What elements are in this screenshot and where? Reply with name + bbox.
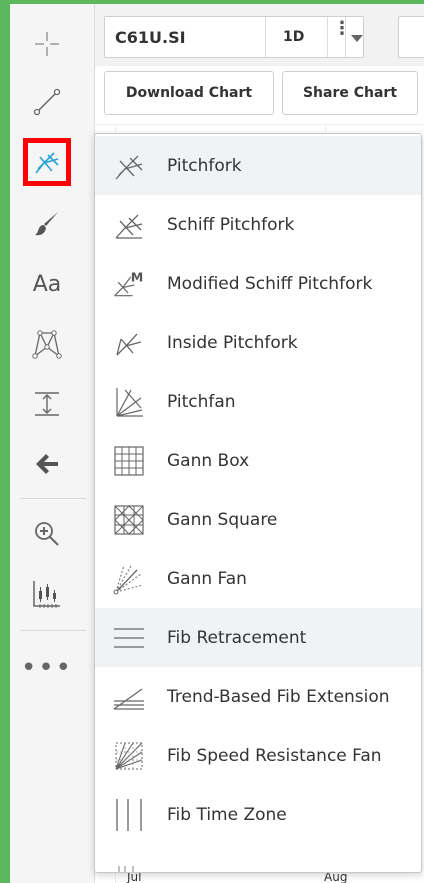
gann-square-icon <box>114 505 144 535</box>
menu-item-inside-pitchfork[interactable]: Inside Pitchfork <box>95 313 421 372</box>
menu-item-gann-square[interactable]: Gann Square <box>95 490 421 549</box>
share-chart-button[interactable]: Share Chart <box>282 71 418 115</box>
crosshair-tool[interactable] <box>25 22 69 66</box>
menu-item-modified-schiff-pitchfork[interactable]: M Modified Schiff Pitchfork <box>95 254 421 313</box>
symbol-selector[interactable]: C61U.SI 1D ⋮ <box>104 16 364 58</box>
menu-item-label: Fib Time Zone <box>167 804 287 825</box>
chart-gridline <box>95 124 424 125</box>
chart-header: C61U.SI 1D ⋮ <box>95 4 424 66</box>
menu-item-label: Pitchfan <box>167 391 236 412</box>
text-tool[interactable]: Aa <box>25 262 69 306</box>
menu-item-label: Gann Box <box>167 450 250 471</box>
menu-item-fib-speed-resistance-fan[interactable]: Fib Speed Resistance Fan <box>95 726 421 785</box>
menu-item-label: Schiff Pitchfork <box>167 214 295 235</box>
divider <box>327 17 328 57</box>
divider <box>265 17 266 57</box>
measure-tool[interactable] <box>25 382 69 426</box>
interval-selector[interactable]: 1D <box>283 29 304 45</box>
menu-item-fib-time-zone[interactable]: Fib Time Zone <box>95 785 421 844</box>
more-icon: ••• <box>21 653 74 683</box>
fib-retracement-icon <box>114 628 144 648</box>
pattern-icon <box>32 330 62 359</box>
toolbar-divider <box>20 630 86 631</box>
fib-time-zone-icon <box>116 799 142 831</box>
menu-item-gann-fan[interactable]: Gann Fan <box>95 549 421 608</box>
menu-item-pitchfan[interactable]: Pitchfan <box>95 372 421 431</box>
pitchfork-icon <box>35 152 59 174</box>
toolbar-divider <box>20 498 86 499</box>
menu-item-label: Inside Pitchfork <box>167 332 298 353</box>
chart-properties-tool[interactable] <box>25 572 69 616</box>
trend-line-icon <box>33 88 61 116</box>
trend-fib-time-icon <box>118 866 134 872</box>
menu-item-label: Modified Schiff Pitchfork <box>167 273 373 294</box>
menu-item-label: Pitchfork <box>167 155 242 176</box>
menu-item-partial[interactable] <box>95 844 421 872</box>
menu-item-label: Gann Fan <box>167 568 247 589</box>
download-chart-button[interactable]: Download Chart <box>104 71 274 115</box>
gann-fan-icon <box>113 564 144 595</box>
fib-speed-fan-icon <box>115 742 143 770</box>
brush-icon <box>35 212 58 236</box>
pitchfan-icon <box>116 388 143 417</box>
pitchfork-icon <box>115 155 143 180</box>
options-kebab-icon[interactable]: ⋮ <box>333 20 351 38</box>
svg-text:M: M <box>131 269 144 284</box>
drawing-toolbar: Aa ••• <box>10 4 95 883</box>
crosshair-icon <box>35 32 59 56</box>
trend-line-tool[interactable] <box>25 80 69 124</box>
more-tools[interactable]: ••• <box>21 646 71 690</box>
text-tool-label: Aa <box>32 271 62 297</box>
trend-fib-extension-icon <box>113 688 144 710</box>
divider <box>345 17 346 57</box>
zoom-in-icon <box>35 522 59 546</box>
menu-item-gann-box[interactable]: Gann Box <box>95 431 421 490</box>
menu-item-label: Fib Retracement <box>167 627 307 648</box>
chevron-down-icon[interactable] <box>351 35 363 42</box>
measure-icon <box>35 392 59 416</box>
schiff-pitchfork-icon <box>115 214 143 239</box>
inside-pitchfork-icon <box>116 333 142 356</box>
pitchfork-tool[interactable] <box>23 138 71 186</box>
pitchfork-tools-menu: Pitchfork Schiff Pitchfork M Modified Sc… <box>94 133 422 873</box>
gann-box-icon <box>114 446 144 476</box>
symbol-name[interactable]: C61U.SI <box>115 28 186 47</box>
menu-item-fib-retracement[interactable]: Fib Retracement <box>95 608 421 667</box>
modified-schiff-pitchfork-icon: M <box>114 269 144 297</box>
extra-control[interactable] <box>398 16 424 58</box>
menu-item-trend-based-fib-extension[interactable]: Trend-Based Fib Extension <box>95 667 421 726</box>
menu-item-pitchfork[interactable]: Pitchfork <box>95 136 421 195</box>
arrow-tool[interactable] <box>25 442 69 486</box>
menu-item-label: Gann Square <box>167 509 278 530</box>
chart-properties-icon <box>33 581 60 608</box>
menu-item-schiff-pitchfork[interactable]: Schiff Pitchfork <box>95 195 421 254</box>
menu-item-label: Trend-Based Fib Extension <box>167 686 390 707</box>
pattern-tool[interactable] <box>25 322 69 366</box>
arrow-left-icon <box>36 454 58 474</box>
zoom-tool[interactable] <box>25 512 69 556</box>
brush-tool[interactable] <box>25 202 69 246</box>
menu-item-label: Fib Speed Resistance Fan <box>167 745 382 766</box>
